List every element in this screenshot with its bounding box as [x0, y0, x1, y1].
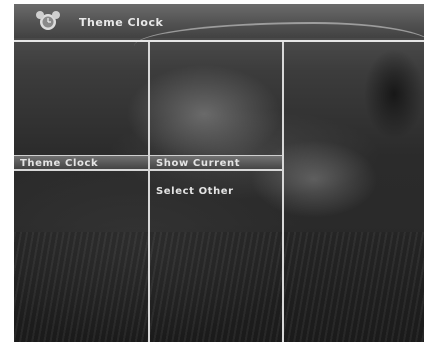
title-swoosh: [134, 22, 424, 46]
photo-frame-screen: Theme Clock Theme Clock Show Current Sel…: [14, 4, 424, 342]
page-title: Theme Clock: [79, 16, 164, 29]
clock-icon: [36, 11, 60, 30]
column-divider-2: [282, 42, 284, 342]
title-bar: Theme Clock: [14, 4, 424, 38]
menu-item-theme-clock[interactable]: Theme Clock: [14, 155, 148, 171]
menu-item-select-other[interactable]: Select Other: [150, 184, 282, 200]
tree-silhouette: [344, 34, 424, 154]
background-photo: [14, 4, 424, 342]
grass-texture: [14, 232, 424, 342]
menu-item-show-current[interactable]: Show Current: [150, 155, 282, 171]
title-underline: [14, 40, 424, 42]
